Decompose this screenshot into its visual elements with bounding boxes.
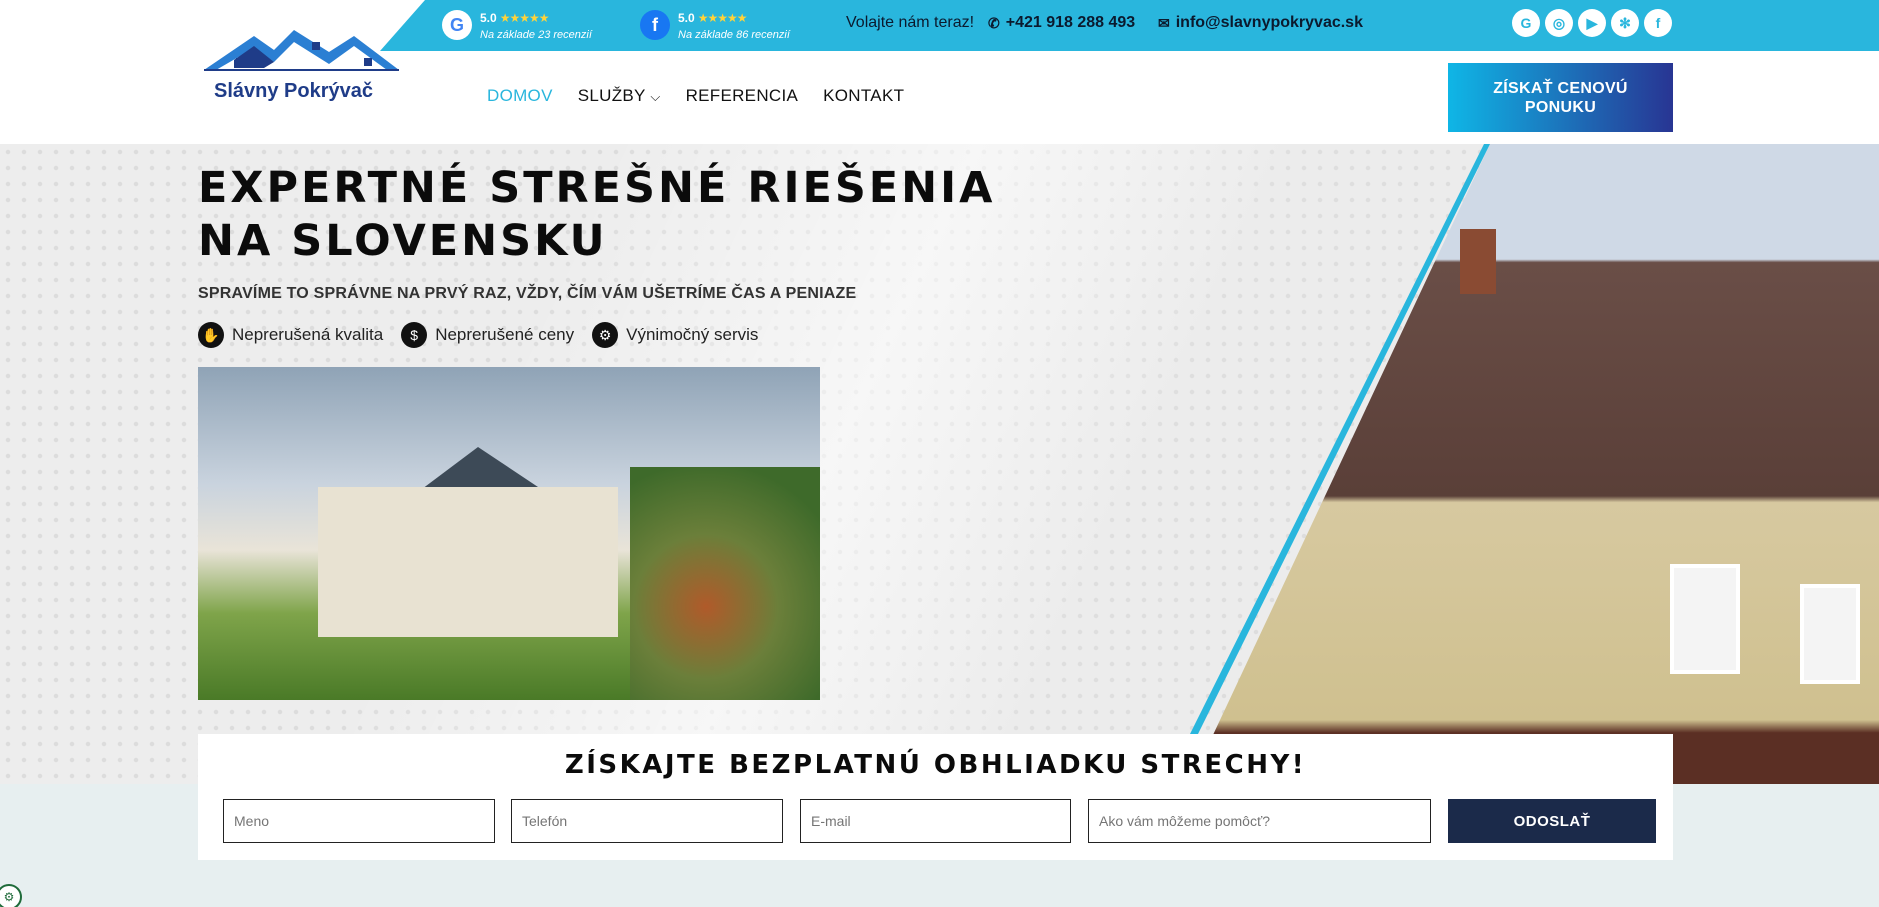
price-badge-icon: $ — [401, 322, 428, 348]
feature-label: Neprerušená kvalita — [232, 325, 384, 344]
yelp-icon[interactable]: ✻ — [1611, 9, 1639, 37]
feature-item: ✋ Neprerušená kvalita — [198, 322, 383, 348]
facebook-icon: f — [640, 10, 670, 40]
social-links: G ◎ ▶ ✻ f — [1512, 9, 1672, 37]
chevron-down-icon: ⌵ — [650, 89, 661, 104]
facebook-icon[interactable]: f — [1644, 9, 1672, 37]
quality-icon: ✋ — [198, 322, 224, 348]
google-icon: G — [442, 10, 472, 40]
star-icons: ★★★★★ — [499, 11, 550, 25]
logo[interactable]: Slávny Pokrývač — [204, 22, 404, 112]
building-shape — [318, 487, 618, 637]
google-icon[interactable]: G — [1512, 9, 1540, 37]
cookie-settings-icon[interactable]: ⚙ — [0, 884, 22, 907]
form-title: ZÍSKAJTE BEZPLATNÚ OBHLIADKU STRECHY! — [564, 750, 1307, 780]
hero-title-line: EXPERTNÉ STREŠNÉ RIEŠENIA — [198, 163, 996, 213]
email-address: info@slavnypokryvac.sk — [1175, 14, 1363, 31]
foliage-shape — [630, 467, 820, 700]
nav-item-kontakt[interactable]: KONTAKT — [823, 86, 904, 106]
youtube-icon[interactable]: ▶ — [1578, 9, 1606, 37]
nav-item-domov[interactable]: DOMOV — [487, 86, 553, 106]
page: G 5.0 ★★★★★ Na základe 23 recenzií f 5.0 ★… — [0, 0, 1879, 907]
phone-number: +421 918 288 493 — [1005, 14, 1136, 31]
submit-button[interactable]: ODOSLAŤ — [1448, 799, 1656, 843]
name-input[interactable] — [223, 799, 495, 843]
cta-label: ZÍSKAŤ CENOVÚ PONUKU — [1493, 79, 1628, 116]
logo-roofs-icon — [204, 30, 399, 71]
instagram-icon[interactable]: ◎ — [1545, 9, 1573, 37]
hero-title-line: NA SLOVENSKU — [198, 216, 608, 266]
feature-label: Výnimočný servis — [626, 325, 759, 344]
star-icons: ★★★★★ — [697, 11, 748, 25]
feature-label: Neprerušené ceny — [435, 325, 575, 344]
facebook-score: 5.0 — [678, 11, 695, 25]
hero-subtitle: SPRAVÍME TO SPRÁVNE NA PRVÝ RAZ, VŽDY, Č… — [198, 285, 857, 302]
nav-item-referencia[interactable]: REFERENCIA — [686, 86, 799, 106]
facebook-review-count: Na základe 86 recenzií — [678, 29, 790, 41]
message-input[interactable] — [1088, 799, 1431, 843]
wrench-gear-icon: ⚙ — [592, 322, 619, 348]
phone-input[interactable] — [511, 799, 783, 843]
google-review-count: Na základe 23 recenzií — [480, 29, 592, 41]
envelope-icon: ✉ — [1158, 14, 1170, 31]
logo-text: Slávny Pokrývač — [214, 80, 373, 102]
inspection-form: ZÍSKAJTE BEZPLATNÚ OBHLIADKU STRECHY! OD… — [198, 734, 1673, 860]
google-rating[interactable]: G 5.0 ★★★★★ Na základe 23 recenzií — [442, 8, 592, 42]
email-link[interactable]: ✉ info@slavnypokryvac.sk — [1158, 14, 1363, 32]
get-quote-button[interactable]: ZÍSKAŤ CENOVÚ PONUKU — [1448, 63, 1673, 132]
feature-item: $ Neprerušené ceny — [401, 322, 574, 348]
window-shape — [1670, 564, 1740, 674]
chimney-shape — [1460, 229, 1496, 294]
phone-icon: ✆ — [988, 14, 1000, 31]
window-shape — [1800, 584, 1860, 684]
nav-item-label: SLUŽBY — [577, 86, 646, 105]
email-input[interactable] — [800, 799, 1071, 843]
project-photo — [198, 367, 820, 700]
hero-title: EXPERTNÉ STREŠNÉ RIEŠENIA NA SLOVENSKU — [198, 162, 995, 268]
phone-link[interactable]: ✆ +421 918 288 493 — [988, 14, 1135, 32]
nav-item-sluzby[interactable]: SLUŽBY ⌵ — [578, 86, 661, 106]
main-nav: DOMOV SLUŽBY ⌵ REFERENCIA KONTAKT — [487, 86, 904, 106]
feature-item: ⚙ Výnimočný servis — [592, 322, 758, 348]
google-score: 5.0 — [480, 11, 497, 25]
call-label: Volajte nám teraz! — [846, 14, 975, 31]
feature-list: ✋ Neprerušená kvalita $ Neprerušené ceny… — [198, 322, 758, 348]
facebook-rating[interactable]: f 5.0 ★★★★★ Na základe 86 recenzií — [640, 8, 790, 42]
